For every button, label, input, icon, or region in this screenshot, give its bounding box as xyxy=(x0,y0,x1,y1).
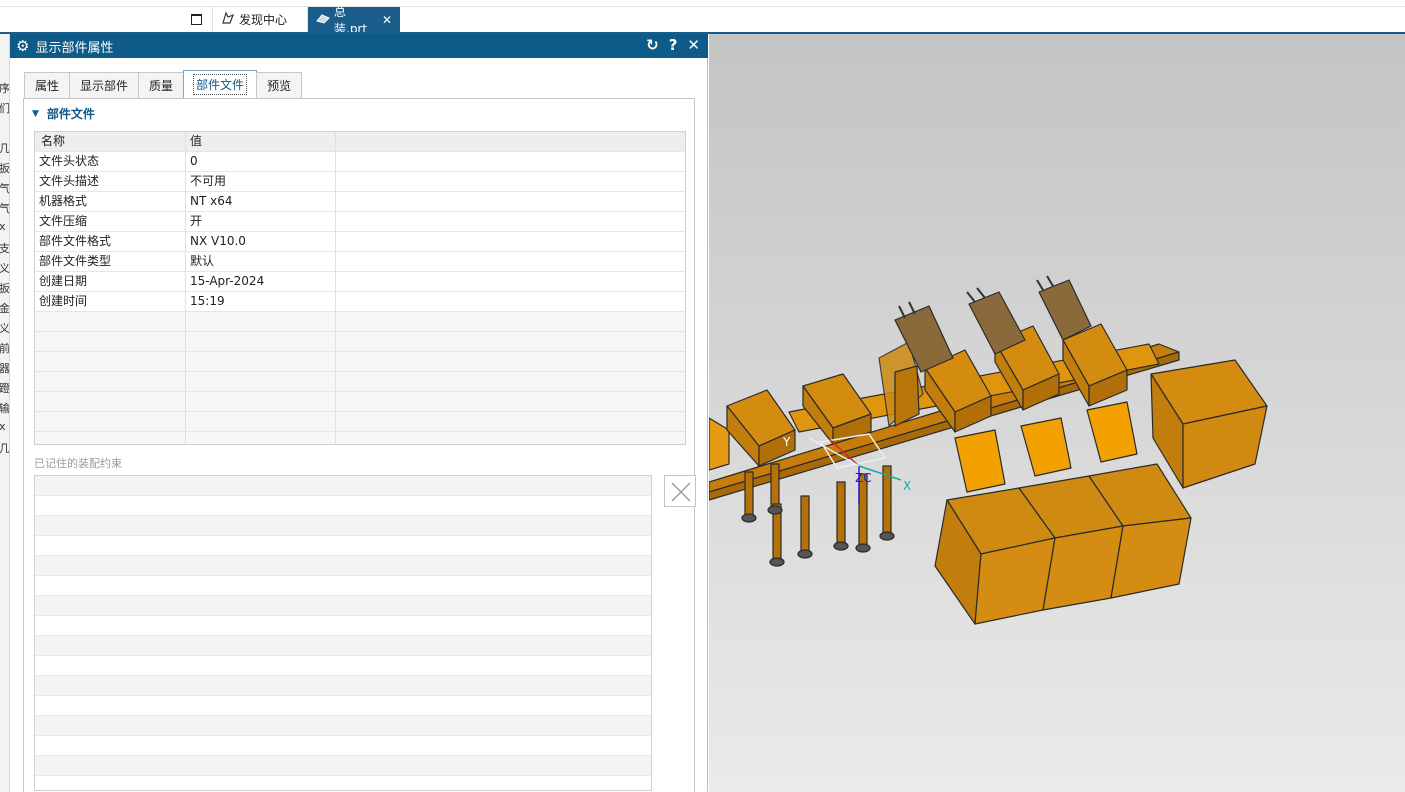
table-row[interactable]: 文件头状态 0 xyxy=(35,152,685,172)
table-row[interactable]: 部件文件格式 NX V10.0 xyxy=(35,232,685,252)
navigator-clipped-text: 金 xyxy=(0,302,10,315)
empty-row xyxy=(35,332,685,352)
property-name: 部件文件类型 xyxy=(35,252,186,272)
navigator-clipped-text: 前 xyxy=(0,342,10,355)
part-navigator-strip: 序 们 几 扳 气 气 x 支 义 扳 金 义 前 器 蹬 输 x 几 xyxy=(0,34,10,792)
close-icon[interactable]: ✕ xyxy=(687,36,700,54)
help-icon[interactable]: ? xyxy=(669,36,678,54)
property-value: 15-Apr-2024 xyxy=(186,272,336,292)
table-row[interactable]: 创建时间 15:19 xyxy=(35,292,685,312)
dialog-title: 显示部件属性 xyxy=(35,40,114,56)
empty-row xyxy=(35,312,685,332)
property-value: 默认 xyxy=(186,252,336,272)
empty-row xyxy=(35,372,685,392)
triad-label: ZC xyxy=(855,471,872,485)
navigator-clipped-text: 义 xyxy=(0,262,10,275)
graphics-viewport[interactable]: Y ZC X xyxy=(709,34,1405,792)
section-header[interactable]: ▼ 部件文件 xyxy=(32,105,95,122)
tab-label: 质量 xyxy=(149,79,174,93)
empty-row xyxy=(35,352,685,372)
property-value: NT x64 xyxy=(186,192,336,212)
navigator-clipped-text: x xyxy=(0,220,9,233)
reset-icon[interactable]: ↻ xyxy=(646,36,659,54)
display-part-properties-dialog: ⚙ 显示部件属性 ↻ ? ✕ 属性 显示部件 质量 部件文件 预览 ▼ 部件文件… xyxy=(10,34,708,792)
part-file-properties-table: 名称 值 文件头状态 0 文件头描述 不可用 机器格式 NT x64 文件压缩开 部件… xyxy=(34,131,686,445)
table-row[interactable]: 机器格式 NT x64 xyxy=(35,192,685,212)
property-name: 文件压缩 xyxy=(35,212,186,232)
navigator-clipped-text: 几 xyxy=(0,142,10,155)
property-value: NX V10.0 xyxy=(186,232,336,252)
navigator-clipped-text: 器 xyxy=(0,362,10,375)
navigator-clipped-text: 支 xyxy=(0,242,10,255)
navigator-clipped-text: 扳 xyxy=(0,162,10,175)
property-name: 创建时间 xyxy=(35,292,186,312)
empty-row xyxy=(35,412,685,432)
table-header-row: 名称 值 xyxy=(35,132,685,152)
remembered-constraints-label: 已记住的装配约束 xyxy=(34,457,122,470)
property-name: 文件头描述 xyxy=(35,172,186,192)
table-row[interactable]: 部件文件类型 默认 xyxy=(35,252,685,272)
discover-icon xyxy=(221,10,235,29)
gear-icon: ⚙ xyxy=(16,37,30,55)
tab-discover-center[interactable]: 发现中心 xyxy=(212,7,308,32)
empty-row xyxy=(35,432,685,444)
close-icon[interactable]: ✕ xyxy=(382,13,392,27)
tab-preview[interactable]: 预览 xyxy=(256,72,303,98)
tab-mass[interactable]: 质量 xyxy=(138,72,185,98)
tab-label: 预览 xyxy=(267,79,292,93)
tab-part-file[interactable]: 总装.prt ✕ xyxy=(308,5,400,36)
tab-label: 属性 xyxy=(35,79,60,93)
property-value: 开 xyxy=(186,212,336,232)
property-name: 部件文件格式 xyxy=(35,232,186,252)
navigator-clipped-text: 输 xyxy=(0,402,10,415)
column-header-value[interactable]: 值 xyxy=(186,132,336,152)
navigator-clipped-text: 几 xyxy=(0,442,10,455)
property-name: 文件头状态 xyxy=(35,152,186,172)
tab-discover-label: 发现中心 xyxy=(239,13,288,27)
property-value: 不可用 xyxy=(186,172,336,192)
triad-label: Y xyxy=(782,435,791,449)
window-icon xyxy=(190,14,202,25)
document-tab-bar: 发现中心 总装.prt ✕ xyxy=(0,0,1405,36)
tab-attributes[interactable]: 属性 xyxy=(24,72,71,98)
navigator-clipped-text: 气 xyxy=(0,182,10,195)
empty-row xyxy=(35,392,685,412)
navigator-clipped-text: 扳 xyxy=(0,282,10,295)
delete-x-icon xyxy=(671,482,691,502)
assembly-model: Y ZC X xyxy=(709,275,1268,625)
table-row[interactable]: 文件压缩开 xyxy=(35,212,685,232)
dialog-title-bar[interactable]: ⚙ 显示部件属性 ↻ ? ✕ xyxy=(10,34,708,58)
table-row[interactable]: 创建日期 15-Apr-2024 xyxy=(35,272,685,292)
navigator-clipped-text: 们 xyxy=(0,102,10,115)
table-row[interactable]: 文件头描述 不可用 xyxy=(35,172,685,192)
property-name: 创建日期 xyxy=(35,272,186,292)
window-toggle-button[interactable] xyxy=(180,7,212,32)
navigator-clipped-text: 义 xyxy=(0,322,10,335)
remembered-constraints-list[interactable] xyxy=(34,475,652,791)
delete-constraint-button[interactable] xyxy=(664,475,696,507)
tab-label: 显示部件 xyxy=(80,79,129,93)
dialog-tabs: 属性 显示部件 质量 部件文件 预览 xyxy=(24,70,303,98)
property-value: 15:19 xyxy=(186,292,336,312)
navigator-clipped-text: 序 xyxy=(0,82,10,95)
tab-displayed-part[interactable]: 显示部件 xyxy=(69,72,140,98)
part-file-panel: ▼ 部件文件 名称 值 文件头状态 0 文件头描述 不可用 机器格式 NT x64 文… xyxy=(23,98,696,792)
property-value: 0 xyxy=(186,152,336,172)
tab-part-file[interactable]: 部件文件 xyxy=(183,70,258,98)
column-header-name[interactable]: 名称 xyxy=(35,132,186,152)
navigator-clipped-text: 气 xyxy=(0,202,10,215)
navigator-clipped-text: 蹬 xyxy=(0,382,10,395)
navigator-clipped-text: x xyxy=(0,420,9,433)
part-file-icon xyxy=(316,11,330,29)
property-name: 机器格式 xyxy=(35,192,186,212)
tab-label: 部件文件 xyxy=(193,74,248,95)
triad-label: X xyxy=(903,479,911,493)
section-title: 部件文件 xyxy=(46,107,95,121)
collapse-arrow-icon: ▼ xyxy=(32,108,39,119)
